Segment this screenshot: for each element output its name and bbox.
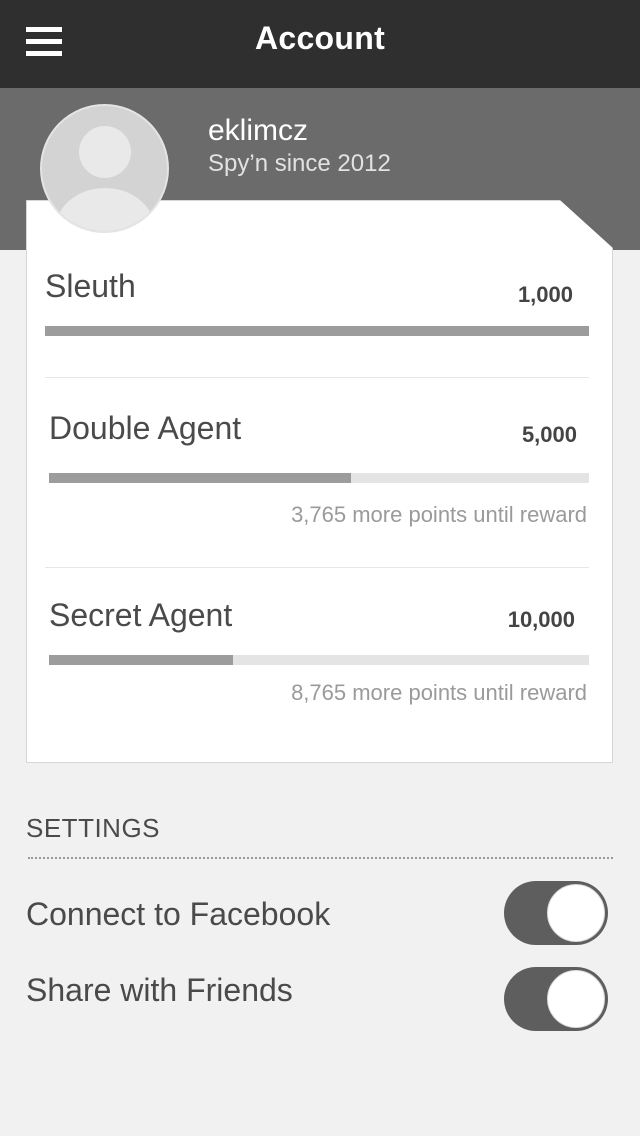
setting-label-facebook: Connect to Facebook: [26, 896, 331, 932]
divider: [45, 377, 589, 378]
divider: [45, 567, 589, 568]
progress-track-sleuth: [45, 326, 589, 336]
setting-label-share: Share with Friends: [26, 972, 293, 1008]
toggle-knob: [547, 884, 605, 942]
level-points-secret-agent: 10,000: [507, 607, 575, 632]
settings-heading: SETTINGS: [26, 813, 161, 843]
progress-fill-secret-agent: [49, 655, 233, 665]
toggle-knob: [547, 970, 605, 1028]
avatar-head: [79, 126, 131, 178]
account-screen: Account eklimcz Spy’n since 2012 Sleuth …: [0, 0, 640, 1136]
user-avatar-icon[interactable]: [40, 104, 169, 233]
member-since: Spy’n since 2012: [208, 150, 391, 177]
facebook-toggle[interactable]: [504, 881, 608, 945]
progress-track-secret-agent: [49, 655, 589, 665]
points-remaining-double-agent: 3,765 more points until reward: [291, 502, 587, 527]
level-points-double-agent: 5,000: [521, 422, 577, 447]
username: eklimcz: [208, 114, 309, 147]
points-remaining-secret-agent: 8,765 more points until reward: [291, 680, 587, 705]
page-title: Account: [254, 20, 386, 56]
share-toggle[interactable]: [504, 967, 608, 1031]
level-name-double-agent: Double Agent: [49, 410, 242, 446]
progress-fill-double-agent: [49, 473, 352, 483]
levels-card: Sleuth 1,000 Double Agent 5,000 3,765 mo…: [26, 200, 613, 763]
progress-track-double-agent: [49, 473, 589, 483]
progress-fill-sleuth: [45, 326, 589, 336]
level-points-sleuth: 1,000: [517, 282, 573, 307]
level-name-secret-agent: Secret Agent: [49, 597, 233, 633]
top-navbar: Account: [0, 0, 640, 88]
level-name-sleuth: Sleuth: [45, 268, 136, 304]
avatar-body: [56, 188, 154, 231]
settings-divider: [28, 857, 613, 859]
